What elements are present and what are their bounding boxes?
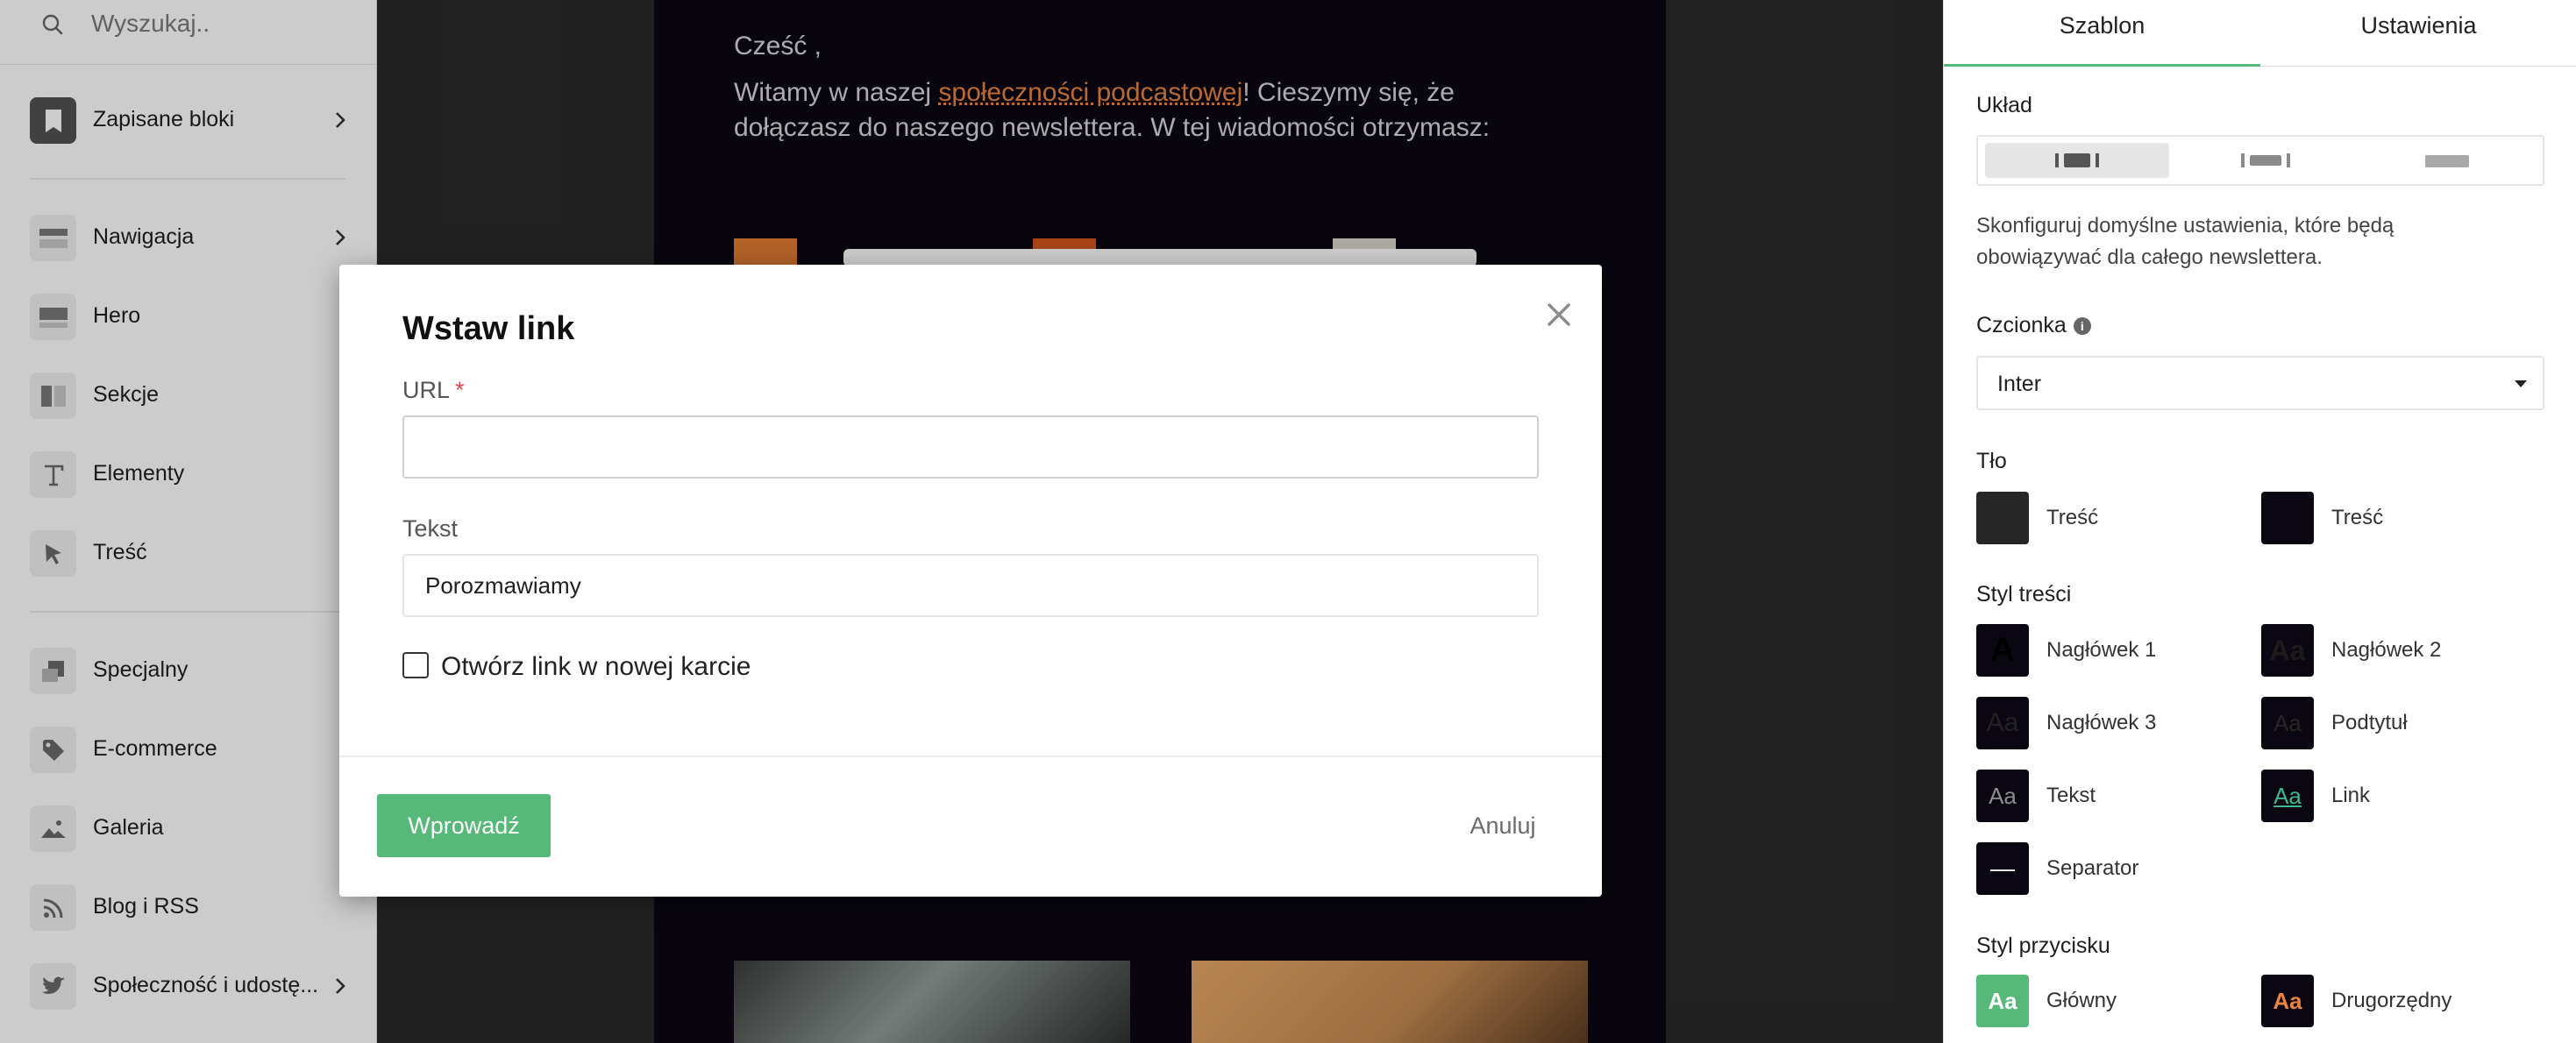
font-heading-text: Czcionka [1976, 313, 2067, 337]
font-select-value: Inter [1997, 372, 2042, 396]
layout-option-full[interactable] [2355, 143, 2539, 178]
settings-panel: Szablon Ustawienia Układ Skonfiguruj dom… [1943, 0, 2576, 1043]
tab-settings[interactable]: Ustawienia [2260, 0, 2576, 67]
insert-link-dialog: Wstaw link URL* Tekst Otwórz link w nowe… [339, 265, 1602, 897]
style-sample: Aa [1976, 697, 2029, 749]
layout-option-wide[interactable] [2171, 143, 2355, 178]
style-subtitle[interactable]: Aa Podtytuł [2261, 697, 2524, 749]
color-swatch [2261, 492, 2314, 544]
style-sample: Aa [2261, 975, 2314, 1027]
background-heading: Tło [1976, 449, 2007, 473]
info-icon[interactable]: i [2073, 317, 2091, 335]
style-sample: Aa [2261, 770, 2314, 822]
url-label-text: URL [402, 377, 451, 403]
new-tab-checkbox[interactable] [402, 652, 429, 678]
style-sample: — [1976, 842, 2029, 895]
style-heading-3[interactable]: Aa Nagłówek 3 [1976, 697, 2239, 749]
swatch-label: Treść [2046, 506, 2099, 529]
button-style-heading: Styl przycisku [1976, 933, 2110, 958]
style-sample: Aa [2261, 624, 2314, 677]
content-style-heading: Styl treści [1976, 582, 2072, 607]
style-label: Nagłówek 3 [2046, 711, 2157, 734]
style-text[interactable]: Aa Tekst [1976, 770, 2239, 822]
button-style-primary[interactable]: Aa Główny [1976, 975, 2239, 1027]
style-sample: Aa [1976, 975, 2029, 1027]
style-label: Tekst [2046, 784, 2096, 807]
style-separator[interactable]: — Separator [1976, 842, 2239, 895]
style-label: Podtytuł [2331, 711, 2408, 734]
dialog-divider [339, 756, 1602, 757]
style-link[interactable]: Aa Link [2261, 770, 2524, 822]
style-heading-1[interactable]: A Nagłówek 1 [1976, 624, 2239, 677]
swatch-label: Treść [2331, 506, 2384, 529]
panel-description: Skonfiguruj domyślne ustawienia, które b… [1976, 214, 2395, 269]
style-label: Drugorzędny [2331, 989, 2452, 1012]
layout-selector [1976, 135, 2544, 186]
button-style-secondary[interactable]: Aa Drugorzędny [2261, 975, 2524, 1027]
close-icon[interactable] [1544, 300, 1574, 330]
font-select[interactable]: Inter [1976, 356, 2544, 410]
style-heading-2[interactable]: Aa Nagłówek 2 [2261, 624, 2524, 677]
style-sample: Aa [1976, 770, 2029, 822]
style-label: Separator [2046, 856, 2139, 880]
background-swatch[interactable]: Treść [1976, 492, 2239, 544]
new-tab-label[interactable]: Otwórz link w nowej karcie [441, 652, 751, 682]
color-swatch [1976, 492, 2029, 544]
style-label: Link [2331, 784, 2371, 807]
style-label: Nagłówek 2 [2331, 638, 2442, 662]
style-sample: Aa [2261, 697, 2314, 749]
tab-template[interactable]: Szablon [1944, 0, 2260, 67]
style-sample: A [1976, 624, 2029, 677]
url-input[interactable] [402, 415, 1539, 479]
link-text-input[interactable] [402, 554, 1539, 617]
text-label: Tekst [402, 515, 459, 542]
url-label: URL * [402, 377, 465, 404]
required-mark: * [455, 377, 465, 403]
style-label: Główny [2046, 989, 2117, 1012]
font-heading: Czcionka i [1976, 313, 2091, 338]
submit-button[interactable]: Wprowadź [377, 794, 551, 857]
dialog-title: Wstaw link [402, 310, 575, 347]
cancel-button[interactable]: Anuluj [1446, 794, 1560, 857]
background-swatch[interactable]: Treść [2261, 492, 2524, 544]
layout-option-center[interactable] [1985, 143, 2169, 178]
caret-down-icon [2515, 380, 2527, 387]
style-label: Nagłówek 1 [2046, 638, 2157, 662]
layout-heading: Układ [1976, 93, 2032, 117]
